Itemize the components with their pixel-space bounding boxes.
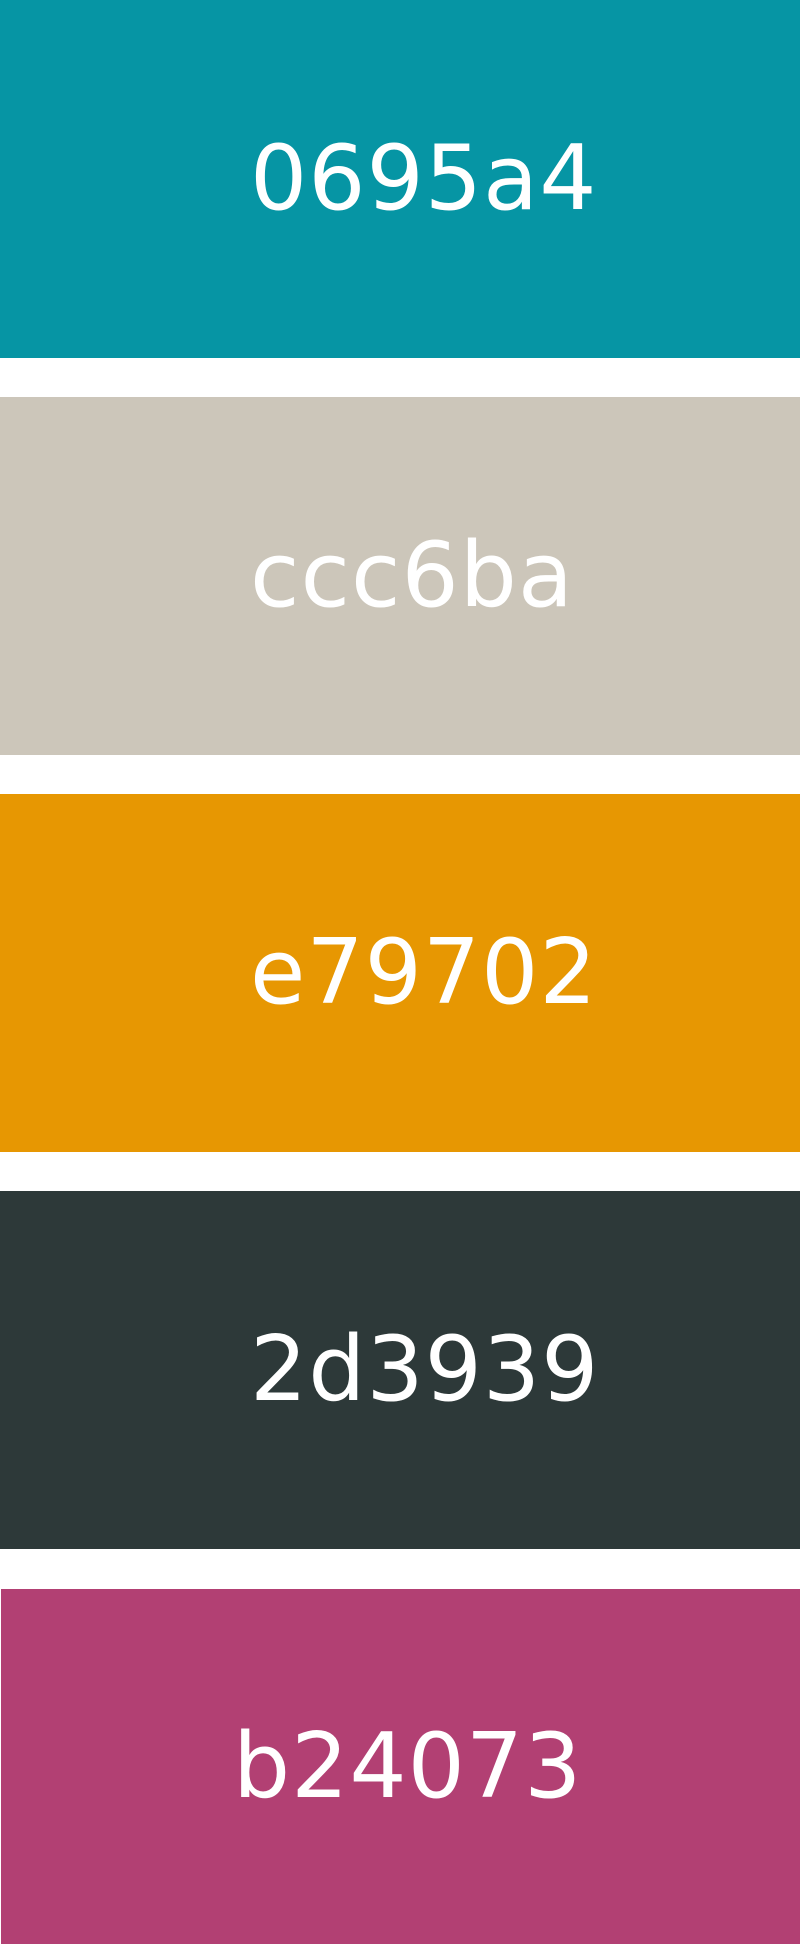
color-swatch: ccc6ba <box>0 397 800 755</box>
color-swatch: 2d3939 <box>0 1191 800 1549</box>
color-swatch: e79702 <box>0 794 800 1152</box>
color-code-label: 2d3939 <box>250 1317 600 1422</box>
color-palette: 0695a4 ccc6ba e79702 2d3939 b24073 <box>0 0 800 1944</box>
color-code-label: ccc6ba <box>250 523 574 628</box>
color-swatch: 0695a4 <box>0 0 800 358</box>
color-code-label: b24073 <box>233 1714 583 1819</box>
color-code-label: 0695a4 <box>250 126 598 231</box>
color-code-label: e79702 <box>250 920 598 1025</box>
color-swatch: b24073 <box>1 1589 800 1944</box>
